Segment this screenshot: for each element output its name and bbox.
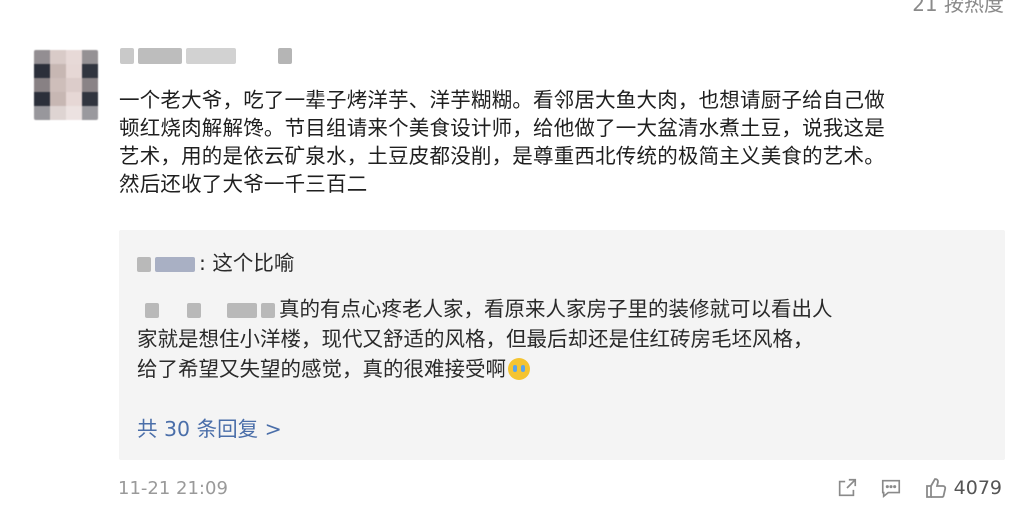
comment-text: 一个老大爷，吃了一辈子烤洋芋、洋芋糊糊。看邻居大鱼大肉，也想请厨子给自己做 顿红… <box>119 86 999 198</box>
view-all-replies-link[interactable]: 共 30 条回复 > <box>137 412 282 442</box>
reply-line: 给了希望又失望的感觉，真的很难接受啊 <box>137 357 506 381</box>
reply-username-blurred[interactable] <box>137 256 151 272</box>
reply-username-blurred[interactable] <box>187 302 201 318</box>
sort-toggle[interactable]: 21 按热度 <box>912 0 1004 17</box>
like-button[interactable]: 4079 <box>924 476 1002 500</box>
crying-emoji-icon <box>508 358 530 380</box>
reply-line: 真的有点心疼老人家，看原来人家房子里的装修就可以看出人 <box>279 297 833 321</box>
avatar[interactable] <box>34 50 98 120</box>
reply-line: 家就是想住小洋楼，现代又舒适的风格，但最后却还是住红砖房毛坯风格， <box>137 327 814 351</box>
share-icon[interactable] <box>836 477 858 499</box>
reply-username-blurred[interactable] <box>155 256 195 272</box>
reply-username-blurred[interactable] <box>227 302 257 318</box>
reply-item[interactable]: : 这个比喻 <box>137 248 294 278</box>
comment-line: 然后还收了大爷一千三百二 <box>119 172 368 196</box>
username-blurred[interactable] <box>120 48 295 64</box>
replies-panel: : 这个比喻 真的有点心疼老人家，看原来人家房子里的装修就可以看出人 家就是想住… <box>119 230 1005 460</box>
comment-line: 顿红烧肉解解馋。节目组请来个美食设计师，给他做了一大盆清水煮土豆，说我这是 <box>119 116 885 140</box>
reply-item[interactable]: 真的有点心疼老人家，看原来人家房子里的装修就可以看出人 家就是想住小洋楼，现代又… <box>137 294 997 384</box>
comment-actions: 4079 <box>836 476 1002 500</box>
like-icon <box>924 476 948 500</box>
comment-line: 一个老大爷，吃了一辈子烤洋芋、洋芋糊糊。看邻居大鱼大肉，也想请厨子给自己做 <box>119 88 885 112</box>
reply-text: : 这个比喻 <box>199 251 295 275</box>
reply-username-blurred[interactable] <box>145 302 159 318</box>
reply-username-blurred[interactable] <box>261 302 275 318</box>
reply-icon[interactable] <box>880 477 902 499</box>
comment-line: 艺术，用的是依云矿泉水，土豆皮都没削，是尊重西北传统的极简主义美食的艺术。 <box>119 144 885 168</box>
like-count: 4079 <box>953 477 1002 499</box>
comment-timestamp: 11-21 21:09 <box>118 478 228 499</box>
